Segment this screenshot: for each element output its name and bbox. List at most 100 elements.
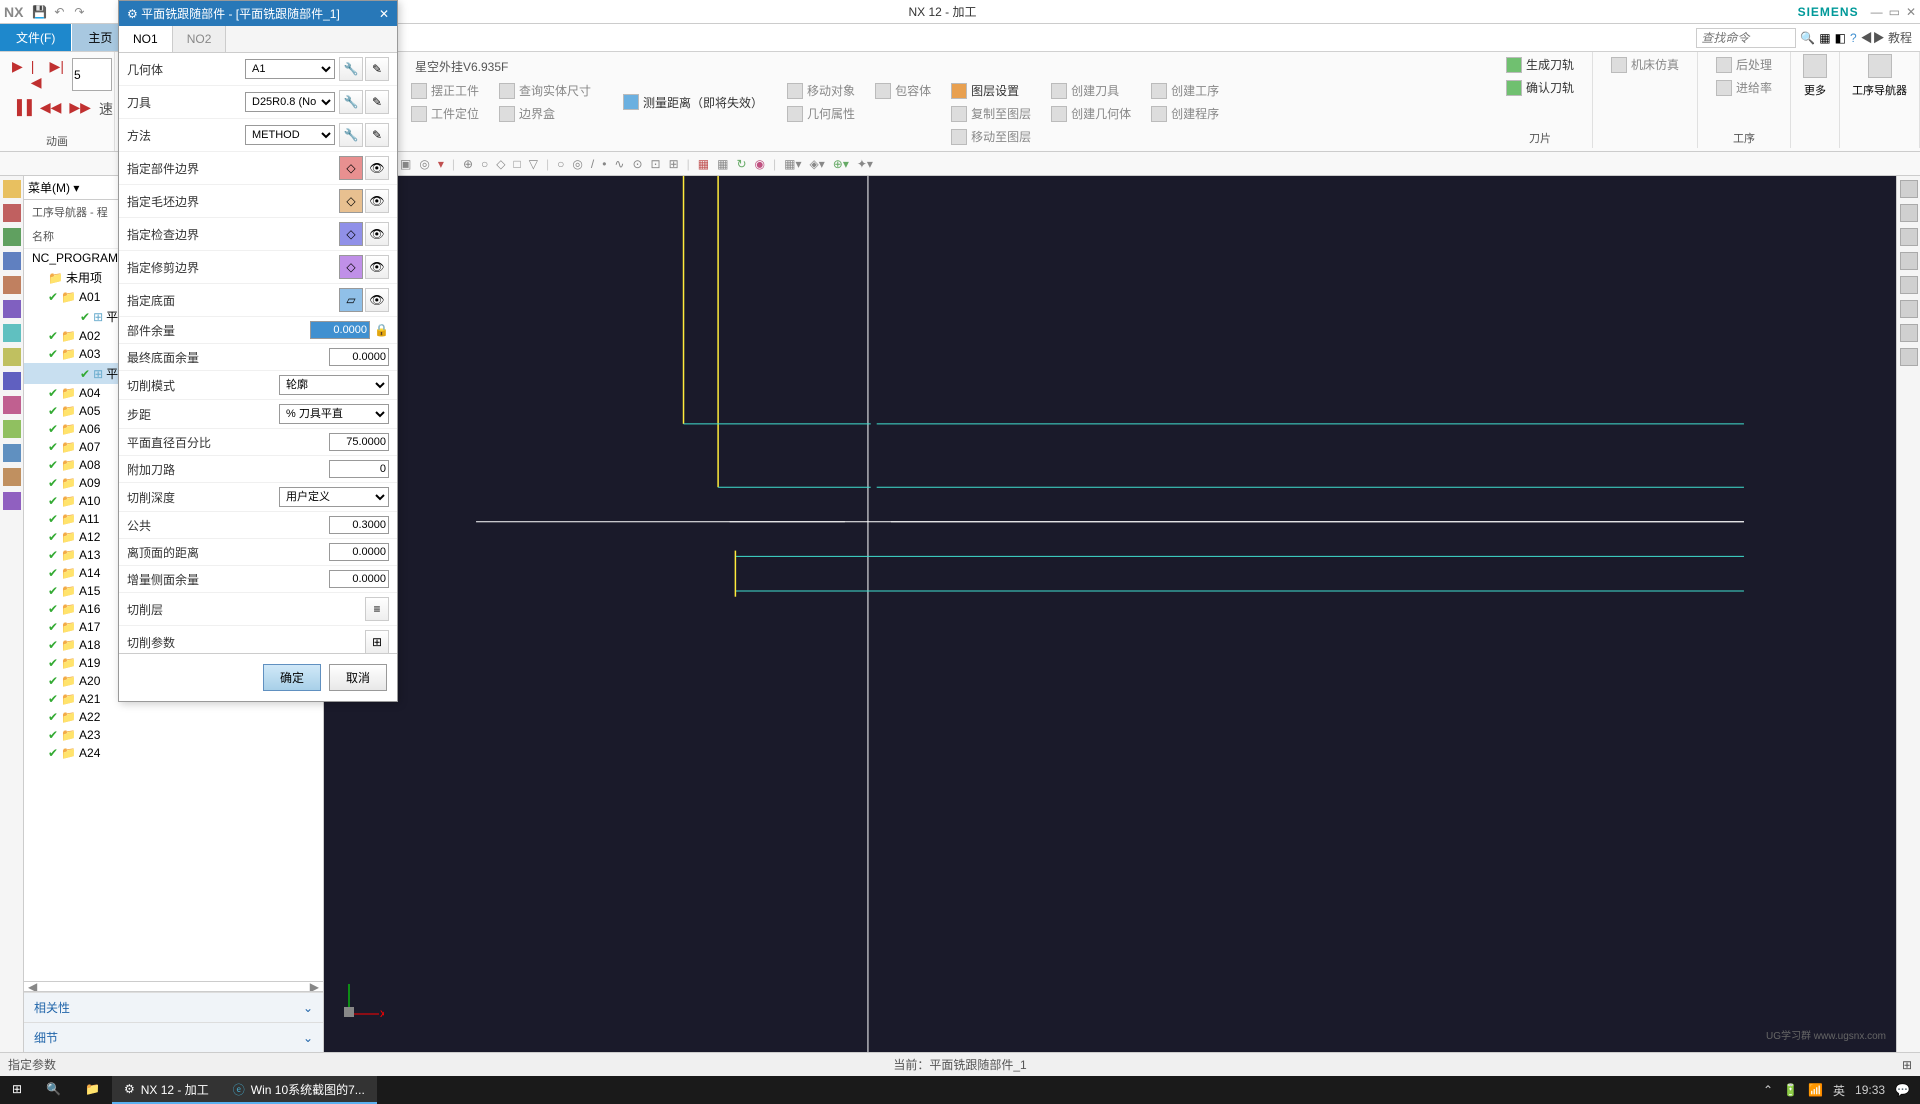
- add-pass-input[interactable]: [329, 460, 389, 478]
- tool-new-icon[interactable]: ✎: [365, 90, 389, 114]
- nav-icon[interactable]: [3, 300, 21, 318]
- final-floor-input[interactable]: [329, 348, 389, 366]
- tab-no1[interactable]: NO1: [119, 26, 173, 52]
- vt-icon[interactable]: ◎: [419, 157, 429, 171]
- accordion-details[interactable]: 细节⌄: [24, 1022, 323, 1052]
- floor-btn[interactable]: ▱: [339, 288, 363, 312]
- r-icon[interactable]: [1900, 252, 1918, 270]
- part-boundary-show-icon[interactable]: 👁: [365, 156, 389, 180]
- blank-boundary-show-icon[interactable]: 👁: [365, 189, 389, 213]
- vt-dropdown-icon[interactable]: ✦▾: [857, 157, 873, 171]
- vt-dropdown-icon[interactable]: ▾: [438, 157, 444, 171]
- common-input[interactable]: [329, 516, 389, 534]
- maximize-icon[interactable]: ▭: [1889, 5, 1900, 19]
- geom-new-icon[interactable]: ✎: [365, 57, 389, 81]
- tray-chevron-icon[interactable]: ⌃: [1763, 1083, 1773, 1097]
- tree-item[interactable]: ✔📁A23: [24, 726, 323, 744]
- nav-icon[interactable]: [3, 492, 21, 510]
- r-icon[interactable]: [1900, 300, 1918, 318]
- vt-icon[interactable]: ◎: [572, 157, 582, 171]
- menu-button[interactable]: 菜单(M) ▾: [28, 179, 79, 196]
- create-program[interactable]: 创建程序: [1145, 103, 1225, 124]
- search-button[interactable]: 🔍: [34, 1076, 73, 1104]
- align-workpiece[interactable]: 摆正工件: [405, 80, 485, 101]
- create-operation[interactable]: 创建工序: [1145, 80, 1225, 101]
- create-tool[interactable]: 创建刀具: [1045, 80, 1137, 101]
- op-nav-icon[interactable]: [1868, 54, 1892, 78]
- vt-icon[interactable]: ↻: [736, 157, 746, 171]
- vt-icon[interactable]: ⊞: [669, 157, 679, 171]
- part-stock-input[interactable]: [310, 321, 370, 339]
- window-icon[interactable]: ◧: [1835, 31, 1846, 45]
- trim-boundary-show-icon[interactable]: 👁: [365, 255, 389, 279]
- cancel-button[interactable]: 取消: [329, 664, 387, 691]
- accordion-related[interactable]: 相关性⌄: [24, 992, 323, 1022]
- r-icon[interactable]: [1900, 348, 1918, 366]
- vt-icon[interactable]: ▽: [529, 157, 538, 171]
- nav-icon[interactable]: [3, 420, 21, 438]
- generate-toolpath[interactable]: 生成刀轨: [1500, 54, 1580, 75]
- confirm-toolpath[interactable]: 确认刀轨: [1500, 77, 1580, 98]
- nav-icon[interactable]: [3, 372, 21, 390]
- search-command-input[interactable]: [1696, 28, 1796, 48]
- method-select[interactable]: METHOD: [245, 125, 335, 145]
- anim-frame-input[interactable]: [72, 58, 112, 91]
- vt-dropdown-icon[interactable]: ◈▾: [810, 157, 825, 171]
- nav-icon[interactable]: [3, 396, 21, 414]
- task-nx[interactable]: ⚙NX 12 - 加工: [112, 1076, 221, 1104]
- nav-icon[interactable]: [3, 180, 21, 198]
- nav-icon[interactable]: [3, 228, 21, 246]
- clock[interactable]: 19:33: [1855, 1083, 1885, 1097]
- vt-icon[interactable]: ∿: [614, 157, 624, 171]
- r-icon[interactable]: [1900, 276, 1918, 294]
- check-body[interactable]: 查询实体尺寸: [493, 80, 597, 101]
- boundary-box[interactable]: 边界盒: [493, 103, 597, 124]
- workpiece-locate[interactable]: 工件定位: [405, 103, 485, 124]
- tab-no2[interactable]: NO2: [173, 26, 227, 52]
- flat-dia-input[interactable]: [329, 433, 389, 451]
- ime-indicator[interactable]: 英: [1833, 1082, 1845, 1099]
- close-icon[interactable]: ✕: [1906, 5, 1916, 19]
- more-icon[interactable]: [1803, 54, 1827, 78]
- vt-icon[interactable]: ▦: [717, 157, 728, 171]
- tutorial-btn[interactable]: ◀▶ 教程: [1861, 29, 1912, 46]
- floor-show-icon[interactable]: 👁: [365, 288, 389, 312]
- grid-icon[interactable]: ▦: [1819, 31, 1830, 45]
- dist-top-input[interactable]: [329, 543, 389, 561]
- minimize-icon[interactable]: —: [1871, 5, 1883, 19]
- nav-icon[interactable]: [3, 276, 21, 294]
- tray-battery-icon[interactable]: 🔋: [1783, 1083, 1798, 1097]
- vt-icon[interactable]: ◉: [755, 157, 765, 171]
- blank-boundary-btn[interactable]: ◇: [339, 189, 363, 213]
- nav-icon[interactable]: [3, 324, 21, 342]
- trim-boundary-btn[interactable]: ◇: [339, 255, 363, 279]
- tree-hscroll[interactable]: ◀▶: [24, 981, 323, 991]
- move-object[interactable]: 移动对象: [781, 80, 861, 101]
- step-back-icon[interactable]: |◀: [31, 58, 42, 91]
- vt-icon[interactable]: ⊙: [632, 157, 642, 171]
- ffwd-icon[interactable]: ▶▶: [69, 99, 91, 119]
- stepover-select[interactable]: % 刀具平直: [279, 404, 389, 424]
- nav-icon[interactable]: [3, 444, 21, 462]
- notifications-icon[interactable]: 💬: [1895, 1083, 1910, 1097]
- vt-icon[interactable]: ⊡: [651, 157, 661, 171]
- vt-icon[interactable]: ○: [557, 157, 564, 171]
- ok-button[interactable]: 确定: [263, 664, 321, 691]
- method-edit-icon[interactable]: 🔧: [339, 123, 363, 147]
- tree-item[interactable]: ✔📁A24: [24, 744, 323, 762]
- play-start-icon[interactable]: ▶: [12, 58, 23, 91]
- task-edge[interactable]: ⓔWin 10系统截图的7...: [221, 1076, 377, 1104]
- graphics-viewport[interactable]: ort📌✕ x UG学习群 www.ugsnx.com: [324, 176, 1896, 1052]
- close-icon[interactable]: ✕: [379, 7, 389, 21]
- nav-icon[interactable]: [3, 252, 21, 270]
- explorer-button[interactable]: 📁: [73, 1076, 112, 1104]
- measure-distance[interactable]: 测量距离（即将失效）: [617, 80, 769, 124]
- feed-rate[interactable]: 进给率: [1710, 77, 1778, 98]
- cut-depth-select[interactable]: 用户定义: [279, 487, 389, 507]
- cut-pattern-select[interactable]: 轮廓: [279, 375, 389, 395]
- help-icon[interactable]: ?: [1850, 31, 1857, 45]
- r-icon[interactable]: [1900, 228, 1918, 246]
- machine-sim[interactable]: 机床仿真: [1605, 54, 1685, 75]
- tree-item[interactable]: ✔📁A22: [24, 708, 323, 726]
- post-process[interactable]: 后处理: [1710, 54, 1778, 75]
